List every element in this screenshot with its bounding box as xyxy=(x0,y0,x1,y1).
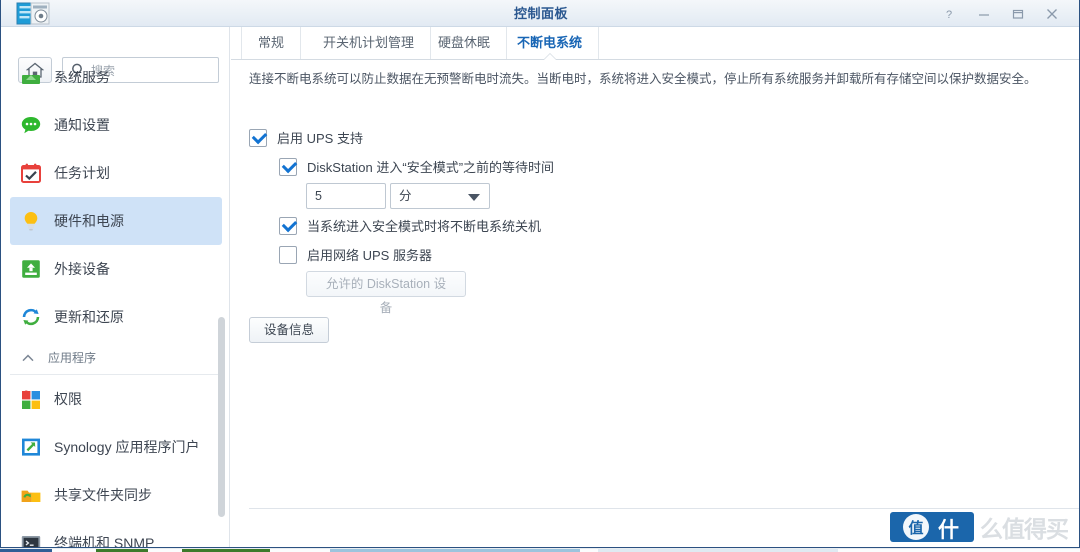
sidebar-group-applications[interactable]: 应用程序 xyxy=(10,341,222,375)
sidebar-scrollbar-thumb[interactable] xyxy=(218,317,225,517)
sidebar-item-label: 任务计划 xyxy=(54,165,110,181)
sidebar-item-notification[interactable]: 通知设置 xyxy=(10,101,222,149)
watermark-badge-char: 值 xyxy=(903,514,929,540)
taskbar-sliver xyxy=(0,548,1080,552)
wait-time-unit-value: 分 xyxy=(399,189,412,203)
terminal-snmp-icon xyxy=(20,532,42,547)
privileges-icon xyxy=(20,388,42,410)
control-panel-window: 控制面板 ? 搜索 系统服务 通知设置 任务计划 硬件和电源 外接设备 更新和还… xyxy=(0,0,1080,548)
sidebar-item-label: 通知设置 xyxy=(54,117,110,133)
tab-power-schedule[interactable]: 开关机计划管理 xyxy=(307,27,432,59)
sidebar-search-row: 搜索 xyxy=(2,27,229,83)
help-icon[interactable]: ? xyxy=(937,0,963,27)
content-area: 常规 开关机计划管理 硬盘休眠 不断电系统 连接不断电系统可以防止数据在无预警断… xyxy=(231,27,1079,547)
sidebar-item-label: 硬件和电源 xyxy=(54,213,124,229)
device-info-button[interactable]: 设备信息 xyxy=(249,317,329,343)
close-icon[interactable] xyxy=(1039,0,1065,27)
svg-text:?: ? xyxy=(946,9,952,20)
network-ups-label: 启用网络 UPS 服务器 xyxy=(307,248,432,263)
watermark: 值 什 么值得买 xyxy=(890,511,1076,543)
enable-ups-label: 启用 UPS 支持 xyxy=(277,131,363,146)
sidebar-item-label: 终端机和 SNMP xyxy=(54,535,155,547)
sidebar-item-label: 共享文件夹同步 xyxy=(54,487,152,503)
sidebar-item-label: 系统服务 xyxy=(54,71,110,85)
sidebar-item-app-portal[interactable]: Synology 应用程序门户 xyxy=(10,423,222,471)
sidebar-item-shared-folder-sync[interactable]: 共享文件夹同步 xyxy=(10,471,222,519)
content-divider xyxy=(249,508,1079,509)
watermark-badge: 值 什 xyxy=(890,512,974,542)
system-services-icon xyxy=(20,71,42,88)
wait-time-label: DiskStation 进入“安全模式”之前的等待时间 xyxy=(307,160,555,175)
wait-time-unit-select[interactable]: 分 xyxy=(390,183,490,209)
chevron-up-icon xyxy=(22,349,34,367)
window-titlebar[interactable]: 控制面板 ? xyxy=(1,0,1079,27)
sidebar-item-terminal-snmp[interactable]: 终端机和 SNMP xyxy=(10,519,222,547)
wait-time-input[interactable]: 5 xyxy=(306,183,386,209)
network-ups-row[interactable]: 启用网络 UPS 服务器 xyxy=(279,245,432,264)
minimize-icon[interactable] xyxy=(971,0,997,27)
tab-ups[interactable]: 不断电系统 xyxy=(501,27,600,59)
enable-ups-row[interactable]: 启用 UPS 支持 xyxy=(249,128,363,147)
tab-bar: 常规 开关机计划管理 硬盘休眠 不断电系统 xyxy=(231,27,1079,60)
sidebar-item-label: 更新和还原 xyxy=(54,309,124,325)
sidebar-nav-list: 系统服务 通知设置 任务计划 硬件和电源 外接设备 更新和还原 应用程序 权限 … xyxy=(2,71,229,547)
shutdown-ups-checkbox[interactable] xyxy=(279,216,297,235)
hardware-power-icon xyxy=(20,210,42,232)
sidebar-item-update-restore[interactable]: 更新和还原 xyxy=(10,293,222,341)
sidebar-item-label: 权限 xyxy=(54,391,82,407)
tab-hdd-hibernation[interactable]: 硬盘休眠 xyxy=(422,27,508,59)
external-devices-icon xyxy=(20,258,42,280)
sidebar-item-privileges[interactable]: 权限 xyxy=(10,375,222,423)
notification-icon xyxy=(20,114,42,136)
sidebar-item-system-services[interactable]: 系统服务 xyxy=(10,71,222,101)
network-ups-checkbox[interactable] xyxy=(279,245,297,264)
watermark-badge-char2: 什 xyxy=(938,519,959,542)
wait-time-checkbox[interactable] xyxy=(279,157,297,176)
task-scheduler-icon xyxy=(20,162,42,184)
chevron-down-icon xyxy=(468,194,480,201)
sidebar: 搜索 系统服务 通知设置 任务计划 硬件和电源 外接设备 更新和还原 应用程序 … xyxy=(2,27,230,547)
sidebar-group-label: 应用程序 xyxy=(48,351,97,365)
tab-general[interactable]: 常规 xyxy=(241,27,302,59)
wait-time-row[interactable]: DiskStation 进入“安全模式”之前的等待时间 xyxy=(279,157,554,176)
enable-ups-checkbox[interactable] xyxy=(249,128,267,147)
shutdown-ups-row[interactable]: 当系统进入安全模式时将不断电系统关机 xyxy=(279,216,541,235)
sidebar-item-label: Synology 应用程序门户 xyxy=(54,439,200,455)
sidebar-item-hardware-power[interactable]: 硬件和电源 xyxy=(10,197,222,245)
shutdown-ups-label: 当系统进入安全模式时将不断电系统关机 xyxy=(307,219,542,234)
sidebar-scroll-area: 系统服务 通知设置 任务计划 硬件和电源 外接设备 更新和还原 应用程序 权限 … xyxy=(2,71,229,547)
update-restore-icon xyxy=(20,306,42,328)
shared-folder-sync-icon xyxy=(20,484,42,506)
allowed-diskstation-devices-button[interactable]: 允许的 DiskStation 设备 xyxy=(306,271,466,315)
ups-description: 连接不断电系统可以防止数据在无预警断电时流失。当断电时，系统将进入安全模式，停止… xyxy=(249,72,1037,86)
sidebar-item-task-scheduler[interactable]: 任务计划 xyxy=(10,149,222,197)
watermark-text: 么值得买 xyxy=(980,516,1069,542)
sidebar-item-label: 外接设备 xyxy=(54,261,110,277)
app-portal-icon xyxy=(20,436,42,458)
sidebar-item-external-devices[interactable]: 外接设备 xyxy=(10,245,222,293)
maximize-icon[interactable] xyxy=(1005,0,1031,27)
page-title: 控制面板 xyxy=(513,6,568,21)
